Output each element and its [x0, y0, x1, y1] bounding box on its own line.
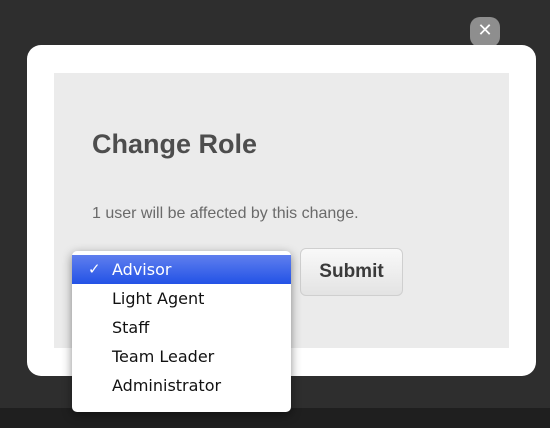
role-option-label: Advisor	[112, 260, 172, 279]
role-option-label: Light Agent	[112, 289, 205, 308]
submit-button[interactable]: Submit	[300, 248, 403, 296]
role-option-administrator[interactable]: Administrator	[72, 371, 291, 400]
role-option-advisor[interactable]: ✓ Advisor	[72, 255, 291, 284]
role-option-label: Team Leader	[112, 347, 215, 366]
role-option-staff[interactable]: Staff	[72, 313, 291, 342]
screen: ✕ Change Role 1 user will be affected by…	[0, 0, 550, 428]
dialog-title: Change Role	[92, 129, 258, 159]
role-option-light-agent[interactable]: Light Agent	[72, 284, 291, 313]
role-select-dropdown[interactable]: ✓ Advisor Light Agent Staff Team Leader …	[72, 251, 291, 412]
close-icon[interactable]: ✕	[470, 17, 500, 47]
role-option-label: Staff	[112, 318, 150, 337]
role-option-team-leader[interactable]: Team Leader	[72, 342, 291, 371]
dialog-description: 1 user will be affected by this change.	[92, 205, 359, 222]
checkmark-icon: ✓	[88, 260, 101, 278]
role-option-label: Administrator	[112, 376, 222, 395]
